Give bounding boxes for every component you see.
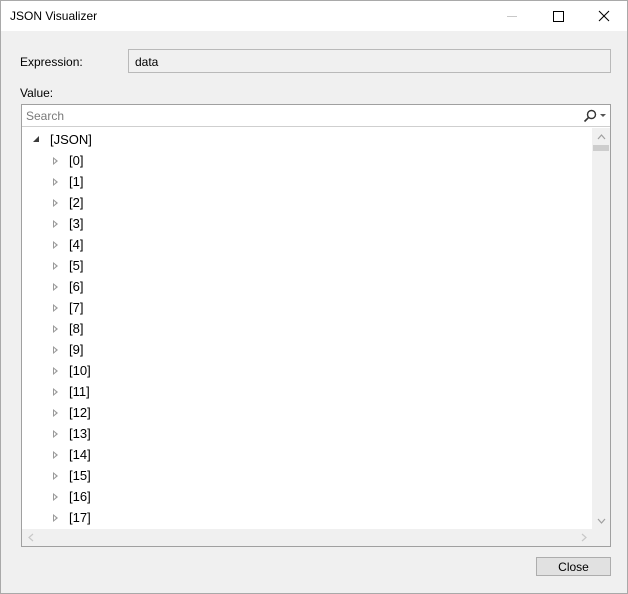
tree-node-label: [5]	[69, 258, 84, 273]
minimize-button[interactable]	[489, 1, 535, 31]
expression-field[interactable]: data	[128, 49, 611, 73]
json-visualizer-window: JSON Visualizer Expression: data Value:	[0, 0, 628, 594]
tree-node[interactable]: [2]	[50, 192, 83, 213]
tree-node[interactable]: [11]	[50, 381, 90, 402]
tree-node[interactable]: [17]	[50, 507, 91, 528]
collapsed-arrow-icon[interactable]	[50, 470, 62, 482]
tree-node[interactable]: [6]	[50, 276, 83, 297]
collapsed-arrow-icon[interactable]	[50, 260, 62, 272]
window-title: JSON Visualizer	[10, 9, 98, 23]
tree-node[interactable]: [16]	[50, 486, 91, 507]
tree-node[interactable]: [4]	[50, 234, 83, 255]
window-close-button[interactable]	[581, 1, 627, 31]
scroll-left-button[interactable]	[22, 529, 39, 546]
json-tree: [JSON] [0] [1] [2] [3] [4] [5] [6] [7] [8] [9] [10…	[22, 129, 592, 529]
collapsed-arrow-icon[interactable]	[50, 218, 62, 230]
close-button[interactable]: Close	[536, 557, 611, 576]
tree-node-label: [12]	[69, 405, 91, 420]
tree-node[interactable]: [5]	[50, 255, 83, 276]
value-tree-panel: [JSON] [0] [1] [2] [3] [4] [5] [6] [7] [8] [9] [10…	[21, 104, 611, 547]
scroll-right-button[interactable]	[575, 529, 592, 546]
collapsed-arrow-icon[interactable]	[50, 449, 62, 461]
tree-node[interactable]: [0]	[50, 150, 83, 171]
collapsed-arrow-icon[interactable]	[50, 344, 62, 356]
tree-node-label: [0]	[69, 153, 84, 168]
search-input[interactable]	[26, 108, 576, 124]
tree-node[interactable]: [3]	[50, 213, 83, 234]
tree-node[interactable]: [15]	[50, 465, 91, 486]
search-icon[interactable]	[582, 108, 598, 124]
collapsed-arrow-icon[interactable]	[50, 491, 62, 503]
tree-node-label: [8]	[69, 321, 84, 336]
horizontal-scrollbar[interactable]	[22, 529, 592, 546]
collapsed-arrow-icon[interactable]	[50, 323, 62, 335]
scrollbar-corner	[592, 529, 610, 546]
scroll-up-button[interactable]	[592, 128, 610, 145]
tree-node[interactable]: [14]	[50, 444, 91, 465]
chevron-down-icon	[597, 518, 605, 524]
tree-node[interactable]: [7]	[50, 297, 83, 318]
expression-label: Expression:	[20, 55, 83, 69]
collapsed-arrow-icon[interactable]	[50, 428, 62, 440]
vertical-scrollbar[interactable]	[592, 128, 610, 529]
tree-node[interactable]: [9]	[50, 339, 83, 360]
collapsed-arrow-icon[interactable]	[50, 407, 62, 419]
tree-node-label: [1]	[69, 174, 84, 189]
tree-node-label: [16]	[69, 489, 91, 504]
tree-node-label: [17]	[69, 510, 91, 525]
tree-node[interactable]: [12]	[50, 402, 91, 423]
search-bar	[22, 105, 610, 127]
scroll-down-button[interactable]	[592, 512, 610, 529]
tree-node-label: [6]	[69, 279, 84, 294]
tree-node-label: [7]	[69, 300, 84, 315]
collapsed-arrow-icon[interactable]	[50, 155, 62, 167]
chevron-up-icon	[597, 133, 605, 139]
collapsed-arrow-icon[interactable]	[50, 176, 62, 188]
collapsed-arrow-icon[interactable]	[50, 512, 62, 524]
tree-node-label: [10]	[69, 363, 91, 378]
tree-node[interactable]: [10]	[50, 360, 91, 381]
tree-node[interactable]: [8]	[50, 318, 83, 339]
vertical-scroll-thumb[interactable]	[593, 145, 609, 151]
tree-node-label: [4]	[69, 237, 84, 252]
collapsed-arrow-icon[interactable]	[50, 239, 62, 251]
tree-node-label: [JSON]	[50, 132, 92, 147]
tree-node-label: [14]	[69, 447, 91, 462]
collapsed-arrow-icon[interactable]	[50, 386, 62, 398]
chevron-left-icon	[27, 533, 33, 542]
minimize-icon	[507, 15, 517, 17]
expanded-arrow-icon[interactable]	[31, 134, 43, 146]
tree-root-node[interactable]: [JSON]	[31, 129, 92, 150]
tree-node-label: [15]	[69, 468, 91, 483]
tree-node-label: [11]	[69, 384, 90, 399]
tree-node-label: [3]	[69, 216, 84, 231]
collapsed-arrow-icon[interactable]	[50, 302, 62, 314]
title-bar: JSON Visualizer	[1, 1, 627, 31]
tree-node-label: [13]	[69, 426, 91, 441]
value-label: Value:	[20, 86, 54, 100]
chevron-right-icon	[581, 533, 587, 542]
tree-node[interactable]: [1]	[50, 171, 83, 192]
tree-node[interactable]: [13]	[50, 423, 91, 444]
collapsed-arrow-icon[interactable]	[50, 197, 62, 209]
close-icon	[598, 10, 610, 22]
tree-node-label: [9]	[69, 342, 84, 357]
search-options-dropdown[interactable]	[600, 114, 606, 117]
maximize-icon	[552, 10, 564, 22]
collapsed-arrow-icon[interactable]	[50, 281, 62, 293]
maximize-button[interactable]	[535, 1, 581, 31]
tree-node-label: [2]	[69, 195, 84, 210]
collapsed-arrow-icon[interactable]	[50, 365, 62, 377]
